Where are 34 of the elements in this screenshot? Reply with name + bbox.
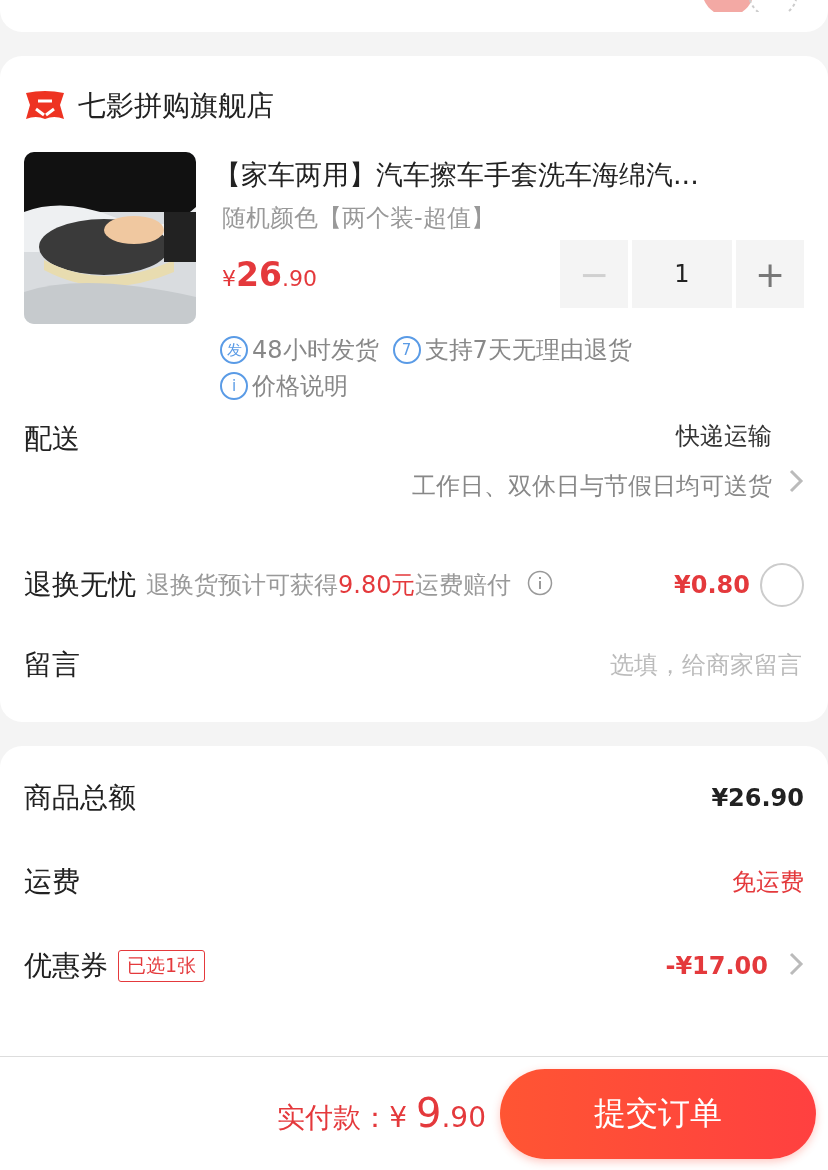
submit-order-button[interactable]: 提交订单 [500,1068,816,1159]
row-value: 免运费 [732,867,804,898]
badge-icon: 7 [392,336,421,364]
product-title[interactable]: 【家车两用】汽车擦车手套洗车海绵汽... [214,152,804,198]
row-label: 配送 [24,421,80,457]
row-value[interactable]: -¥17.00 [665,952,768,980]
service-tag: 支持7天无理由退货 [424,334,632,366]
avatar-icon [704,0,798,12]
service-tag: 48小时发货 [252,334,379,366]
store-name[interactable]: 七影拼购旗舰店 [78,87,274,125]
row-label: 退换无忧 [24,567,136,603]
insurance-note: 退换货预计可获得9.80元运费赔付 [146,570,512,601]
quantity-field[interactable]: 1 [632,240,732,308]
message-field[interactable]: 选填，给商家留言 [90,650,804,680]
row-label: 优惠券 [24,948,108,984]
product-price: ¥26.90 [222,254,317,294]
coupon-badge: 已选1张 [118,950,206,982]
chevron-right-icon [788,951,804,977]
delivery-method[interactable]: 快递运输 [676,420,772,452]
badge-icon: 发 [220,336,248,364]
row-value: ¥26.90 [711,784,804,812]
delivery-note: 工作日、双休日与节假日均可送货 [412,471,772,502]
row-label: 运费 [24,864,80,900]
badge-icon: i [220,372,248,400]
total-price: 实付款：¥ 9.90 [277,1090,486,1137]
row-label: 留言 [24,647,80,683]
insurance-checkbox[interactable] [760,563,804,607]
row-label: 商品总额 [24,780,136,816]
chevron-right-icon [788,468,804,494]
service-tag[interactable]: 价格说明 [252,370,348,402]
product-variant: 随机颜色【两个装-超值】 [222,203,496,234]
info-icon[interactable] [527,570,554,596]
insurance-price: ¥0.80 [674,571,750,599]
increase-button[interactable]: + [736,240,804,308]
